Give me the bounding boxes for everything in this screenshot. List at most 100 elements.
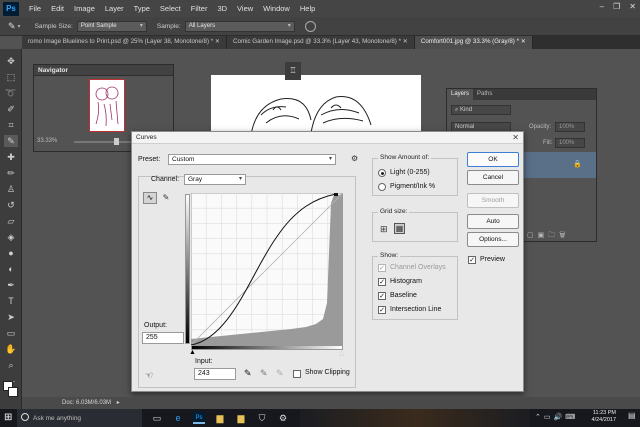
menu-edit[interactable]: Edit bbox=[51, 4, 64, 13]
baseline-checkbox[interactable]: ✓ bbox=[378, 292, 386, 300]
task-view-icon[interactable]: ▭ bbox=[151, 412, 163, 424]
photoshop-taskbar-icon[interactable]: Ps bbox=[193, 412, 205, 424]
navigator-zoom-slider[interactable] bbox=[74, 141, 134, 143]
menu-help[interactable]: Help bbox=[300, 4, 315, 13]
dialog-title: Curves bbox=[132, 132, 523, 144]
tab-comfort001[interactable]: Comfort001.jpg @ 33.3% (Gray/8) * ✕ bbox=[414, 36, 533, 49]
brush-tool-icon[interactable]: ✏ bbox=[4, 167, 18, 179]
restore-icon[interactable]: ❐ bbox=[613, 2, 620, 11]
history-brush-icon[interactable]: ↺ bbox=[4, 199, 18, 211]
path-select-icon[interactable]: ➤ bbox=[4, 311, 18, 323]
options-button[interactable]: Options... bbox=[467, 232, 519, 247]
sample-select[interactable]: All Layers bbox=[184, 20, 295, 32]
menu-filter[interactable]: Filter bbox=[191, 4, 208, 13]
status-arrow-icon[interactable]: ▸ bbox=[117, 400, 120, 406]
file-explorer-icon[interactable]: ▆ bbox=[214, 412, 226, 424]
preview-checkbox[interactable]: ✓ bbox=[468, 256, 476, 264]
notifications-icon[interactable]: ▤ bbox=[628, 411, 636, 420]
curve-graph[interactable] bbox=[191, 193, 343, 345]
close-icon[interactable]: ✕ bbox=[629, 2, 636, 11]
white-eyedropper-icon[interactable]: ✎ bbox=[276, 368, 284, 379]
type-tool-icon[interactable]: T bbox=[4, 295, 18, 307]
navigator-thumbnail[interactable] bbox=[89, 79, 125, 132]
paint-bucket-icon[interactable]: ◈ bbox=[4, 231, 18, 243]
menu-layer[interactable]: Layer bbox=[105, 4, 124, 13]
channel-select[interactable]: Gray bbox=[184, 174, 246, 185]
rectangle-tool-icon[interactable]: ▭ bbox=[4, 327, 18, 339]
blur-tool-icon[interactable]: ● bbox=[4, 247, 18, 259]
curve-point-tool-icon[interactable]: ∿ bbox=[143, 192, 157, 204]
stamp-tool-icon[interactable]: ♙ bbox=[4, 183, 18, 195]
sample-size-select[interactable]: Point Sample bbox=[76, 20, 147, 32]
navigator-slider-handle[interactable] bbox=[114, 138, 119, 145]
dodge-tool-icon[interactable]: ◐ bbox=[4, 263, 18, 275]
simple-grid-icon[interactable]: ⊞ bbox=[380, 224, 388, 235]
taskbar-clock[interactable]: 11:23 PM 4/24/2017 bbox=[592, 410, 616, 424]
menu-3d[interactable]: 3D bbox=[217, 4, 227, 13]
smooth-button[interactable]: Smooth bbox=[467, 193, 519, 208]
folder-icon[interactable]: ▆ bbox=[235, 412, 247, 424]
zoom-tool-icon[interactable]: ⌕ bbox=[4, 359, 18, 371]
gray-eyedropper-icon[interactable]: ✎ bbox=[260, 368, 268, 379]
thumbnail-sketch bbox=[95, 86, 119, 127]
intersection-line-checkbox[interactable]: ✓ bbox=[378, 306, 386, 314]
cancel-button[interactable]: Cancel bbox=[467, 170, 519, 185]
curve-control-point[interactable] bbox=[334, 193, 338, 196]
fill-field[interactable]: 100% bbox=[555, 138, 585, 148]
eraser-tool-icon[interactable]: ▱ bbox=[4, 215, 18, 227]
close-icon[interactable]: ✕ bbox=[512, 133, 519, 142]
histogram-checkbox[interactable]: ✓ bbox=[378, 278, 386, 286]
eyedropper-tool-icon[interactable]: ✎ bbox=[8, 21, 16, 32]
tab-layers[interactable]: Layers bbox=[447, 89, 474, 100]
ok-button[interactable]: OK bbox=[467, 152, 519, 167]
menu-view[interactable]: View bbox=[237, 4, 253, 13]
marquee-tool-icon[interactable]: ⬚ bbox=[4, 71, 18, 83]
pigment-radio[interactable] bbox=[378, 183, 386, 191]
menu-file[interactable]: File bbox=[29, 4, 41, 13]
healing-brush-icon[interactable]: ✚ bbox=[4, 151, 18, 163]
layer-actions-icons[interactable]: ▢▣🗀🗑 bbox=[527, 231, 570, 242]
tab-bluelines[interactable]: romo Image Bluelines to Print.psd @ 25% … bbox=[22, 36, 228, 49]
menu-type[interactable]: Type bbox=[134, 4, 150, 13]
background-color-swatch[interactable] bbox=[8, 387, 18, 397]
channel-overlays-checkbox[interactable]: ✓ bbox=[378, 264, 386, 272]
minimize-icon[interactable]: – bbox=[600, 2, 604, 11]
cortana-search-box[interactable]: Ask me anything bbox=[17, 409, 142, 427]
navigator-zoom-value[interactable]: 33.33% bbox=[37, 138, 57, 144]
tab-comic-garden[interactable]: Comic Garden Image.psd @ 33.3% (Layer 43… bbox=[227, 36, 415, 49]
black-point-slider[interactable]: ▲ bbox=[189, 349, 196, 356]
curve-pencil-tool-icon[interactable]: ✎ bbox=[160, 192, 172, 204]
sample-ring-icon[interactable] bbox=[304, 20, 316, 32]
white-point-slider[interactable]: △ bbox=[339, 349, 344, 357]
settings-gear-icon[interactable]: ⚙ bbox=[277, 412, 289, 424]
preset-options-gear-icon[interactable]: ⚙ bbox=[351, 154, 358, 163]
eyedropper-icon[interactable]: ✎ bbox=[4, 135, 18, 147]
menu-window[interactable]: Window bbox=[263, 4, 290, 13]
auto-button[interactable]: Auto bbox=[467, 214, 519, 229]
crop-tool-icon[interactable]: ⌗ bbox=[4, 119, 18, 131]
windows-start-icon[interactable]: ⊞ bbox=[4, 412, 15, 423]
tab-paths[interactable]: Paths bbox=[473, 89, 496, 100]
input-field[interactable]: 243 bbox=[194, 368, 236, 380]
layer-filter-kind[interactable]: ⌕ Kind bbox=[451, 105, 511, 115]
chevron-down-icon[interactable]: ▾ bbox=[18, 23, 21, 30]
store-icon[interactable]: ⛉ bbox=[256, 412, 268, 424]
black-eyedropper-icon[interactable]: ✎ bbox=[244, 368, 252, 379]
pen-tool-icon[interactable]: ✒ bbox=[4, 279, 18, 291]
light-radio[interactable] bbox=[378, 169, 386, 177]
preset-select[interactable]: Custom bbox=[168, 154, 336, 165]
detailed-grid-icon[interactable]: ▦ bbox=[394, 223, 405, 234]
show-clipping-checkbox[interactable] bbox=[293, 370, 301, 378]
lasso-tool-icon[interactable]: ➰ bbox=[4, 87, 18, 99]
on-image-adjust-icon[interactable]: ☜ bbox=[145, 370, 153, 381]
quick-select-tool-icon[interactable]: ✐ bbox=[4, 103, 18, 115]
document-canvas[interactable] bbox=[211, 75, 421, 135]
menu-image[interactable]: Image bbox=[74, 4, 95, 13]
move-tool-icon[interactable]: ✥ bbox=[4, 55, 18, 67]
edge-browser-icon[interactable]: e bbox=[172, 412, 184, 424]
system-tray-icons[interactable]: ⌃▭🔊⌨ bbox=[535, 413, 578, 421]
opacity-field[interactable]: 100% bbox=[555, 122, 585, 132]
hand-tool-icon[interactable]: ✋ bbox=[4, 343, 18, 355]
menu-select[interactable]: Select bbox=[160, 4, 181, 13]
output-field[interactable]: 255 bbox=[142, 332, 184, 344]
